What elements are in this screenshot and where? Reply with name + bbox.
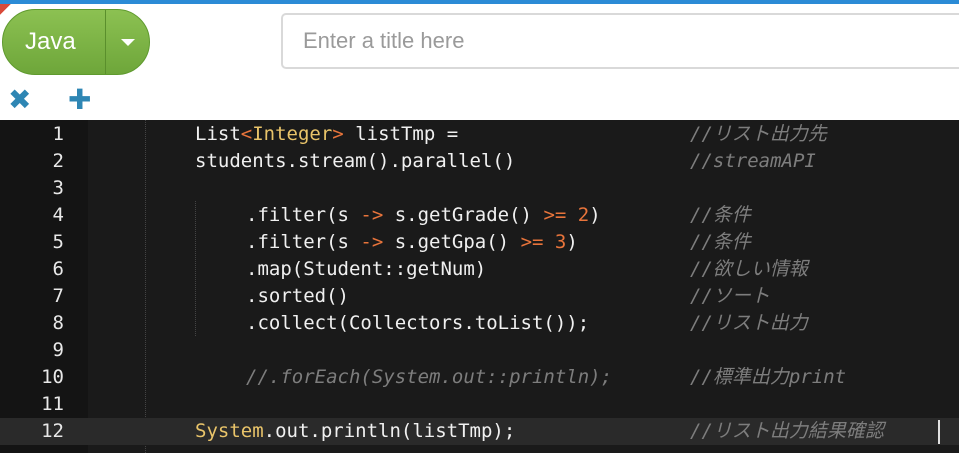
line-number: 12	[41, 420, 64, 442]
line-number: 1	[52, 123, 64, 145]
code-comment: //条件	[690, 204, 751, 226]
line-number: 8	[52, 312, 64, 334]
code-line: 10 //.forEach(System.out::println); //標準…	[0, 364, 959, 391]
text-cursor	[938, 420, 940, 444]
title-input[interactable]	[281, 13, 959, 69]
line-number: 6	[52, 258, 64, 280]
line-number: 2	[52, 150, 64, 172]
line-number: 3	[52, 177, 64, 199]
line-number: 5	[52, 231, 64, 253]
code-text: .sorted()	[246, 285, 349, 307]
chevron-down-icon[interactable]	[121, 38, 135, 46]
code-line: 4 .filter(s -> s.getGrade() >= 2) //条件	[0, 202, 959, 229]
corner-mark	[0, 4, 12, 16]
code-comment: //ソート	[690, 285, 770, 307]
code-line: 8 .collect(Collectors.toList()); //リスト出力	[0, 310, 959, 337]
code-line: 11	[0, 391, 959, 418]
code-editor[interactable]: 1 List<Integer> listTmp = //リスト出力先 2 stu…	[0, 120, 959, 453]
language-label: Java	[25, 28, 76, 55]
line-number: 7	[52, 285, 64, 307]
code-line: 5 .filter(s -> s.getGpa() >= 3) //条件	[0, 229, 959, 256]
line-number: 4	[52, 204, 64, 226]
line-number: 10	[41, 366, 64, 388]
code-line: 3	[0, 175, 959, 202]
code-line: 7 .sorted() //ソート	[0, 283, 959, 310]
code-text: .filter(s -> s.getGrade() >= 2)	[246, 204, 601, 226]
toolbar: Java ✖ ✚	[0, 0, 959, 120]
code-line: 1 List<Integer> listTmp = //リスト出力先	[0, 121, 959, 148]
code-line: 6 .map(Student::getNum) //欲しい情報	[0, 256, 959, 283]
code-comment: //streamAPI	[690, 150, 816, 172]
code-line: 9	[0, 337, 959, 364]
code-comment: //条件	[690, 231, 751, 253]
language-dropdown-button[interactable]: Java	[2, 9, 150, 75]
code-comment: //リスト出力結果確認	[690, 420, 884, 442]
code-text: .filter(s -> s.getGpa() >= 3)	[246, 231, 578, 253]
code-comment: //リスト出力先	[690, 123, 827, 145]
code-line-active: 12 System.out.println(listTmp); //リスト出力結…	[0, 418, 959, 445]
code-text: System.out.println(listTmp);	[195, 420, 516, 442]
dropdown-divider	[105, 10, 106, 74]
code-text: .collect(Collectors.toList());	[246, 312, 590, 334]
code-text: List<Integer> listTmp =	[195, 123, 459, 145]
line-number: 11	[41, 393, 64, 415]
code-text: students.stream().parallel()	[195, 150, 516, 172]
line-number: 9	[52, 339, 64, 361]
code-comment: //欲しい情報	[690, 258, 808, 280]
code-line: 2 students.stream().parallel() //streamA…	[0, 148, 959, 175]
code-comment: //リスト出力	[690, 312, 808, 334]
plus-icon[interactable]: ✚	[68, 86, 91, 114]
code-comment: //標準出力print	[690, 366, 847, 388]
close-icon[interactable]: ✖	[8, 86, 31, 114]
code-text: .map(Student::getNum)	[246, 258, 487, 280]
code-comment-line: //.forEach(System.out::println);	[246, 366, 613, 388]
